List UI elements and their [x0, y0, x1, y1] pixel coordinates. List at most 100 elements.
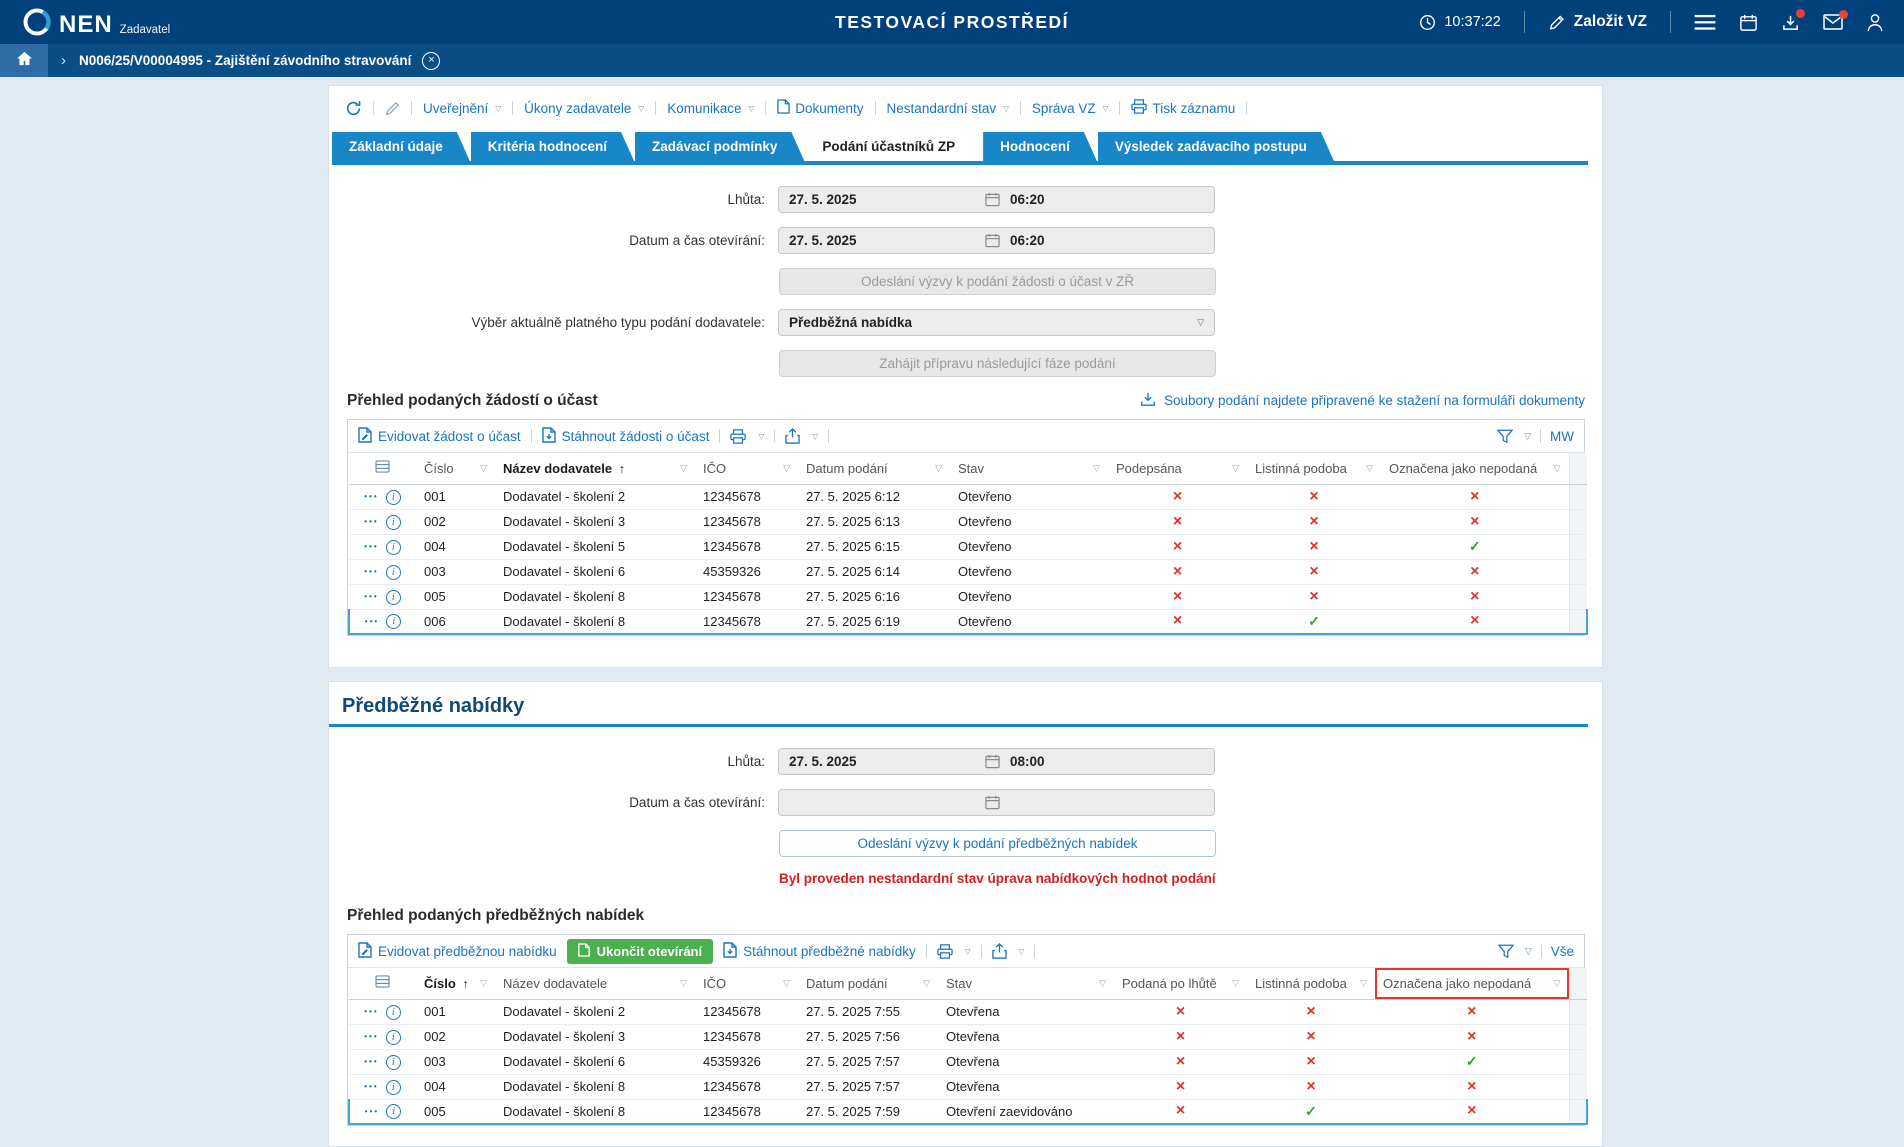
tab-zakladni-udaje[interactable]: Základní údaje — [332, 132, 470, 161]
menu-uverejneni[interactable]: Uveřejnění ▽ — [423, 101, 501, 116]
column-header[interactable]: Označena jako nepodaná ▽ — [1381, 453, 1569, 485]
table-row[interactable]: ••• i 002 Dodavatel - školení 3 12345678 27. … — [349, 509, 1587, 535]
edit-icon[interactable] — [385, 101, 400, 116]
files-download-link[interactable]: Soubory podání najdete připravené ke sta… — [1140, 391, 1585, 410]
table-row[interactable]: ••• i 003 Dodavatel - školení 6 45359326 27. … — [349, 1049, 1587, 1075]
table-row[interactable]: ••• i 005 Dodavatel - školení 8 12345678 27. … — [349, 584, 1587, 610]
tab-zadavaci-podminky[interactable]: Zadávací podmínky — [635, 132, 804, 161]
table-row[interactable]: ••• i 002 Dodavatel - školení 3 12345678 27. … — [349, 1024, 1587, 1050]
calendar-picker-icon[interactable] — [985, 754, 1001, 769]
row-actions-icon[interactable]: ••• — [364, 593, 378, 602]
column-filter-icon[interactable]: ▽ — [680, 978, 687, 989]
column-filter-icon[interactable]: ▽ — [1232, 978, 1239, 989]
scrollbar-track[interactable] — [1568, 968, 1587, 1000]
chevron-down-icon[interactable]: ▽ — [758, 432, 764, 441]
chevron-down-icon[interactable]: ▽ — [965, 947, 971, 956]
chevron-down-icon[interactable]: ▽ — [1525, 946, 1532, 957]
row-info-icon[interactable]: i — [386, 614, 402, 630]
chevron-down-icon[interactable]: ▽ — [1019, 947, 1025, 956]
menu-sprava-vz[interactable]: Správa VZ ▽ — [1032, 101, 1109, 116]
row-info-icon[interactable]: i — [386, 1104, 402, 1120]
menu-tisk-zaznamu[interactable]: Tisk záznamu — [1131, 99, 1235, 117]
chevron-down-icon[interactable]: ▽ — [812, 432, 818, 441]
row-actions-icon[interactable]: ••• — [365, 1107, 379, 1116]
preliminary-opening-field[interactable] — [778, 789, 1215, 816]
view-selector[interactable]: Vše — [1551, 944, 1574, 959]
column-filter-icon[interactable]: ▽ — [1093, 463, 1100, 474]
column-filter-icon[interactable]: ▽ — [480, 978, 487, 989]
row-actions-icon[interactable]: ••• — [364, 1033, 378, 1042]
calendar-picker-icon[interactable] — [985, 795, 1001, 810]
column-filter-icon[interactable]: ▽ — [480, 463, 487, 474]
close-record-icon[interactable]: × — [422, 51, 441, 70]
send-invite-button[interactable]: Odeslání výzvy k podání žádosti o účast … — [779, 268, 1216, 295]
column-filter-icon[interactable]: ▽ — [1360, 978, 1367, 989]
print-icon[interactable] — [730, 428, 747, 444]
start-next-phase-button[interactable]: Zahájit přípravu následující fáze podání — [779, 350, 1216, 377]
table-row[interactable]: ••• i 001 Dodavatel - školení 2 12345678 27. … — [349, 484, 1587, 510]
menu-dokumenty[interactable]: Dokumenty — [777, 99, 864, 117]
calendar-icon[interactable] — [1739, 13, 1758, 32]
tab-kriteria-hodnoceni[interactable]: Kritéria hodnocení — [471, 132, 634, 161]
filter-icon[interactable] — [1497, 944, 1514, 959]
table-row[interactable]: ••• i 006 Dodavatel - školení 8 12345678 27. … — [348, 608, 1588, 635]
table-row[interactable]: ••• i 001 Dodavatel - školení 2 12345678 27. … — [349, 999, 1587, 1025]
column-header[interactable]: Podaná po lhůtě ▽ — [1114, 968, 1247, 1000]
opening-time[interactable]: 06:20 — [1010, 233, 1045, 248]
menu-ukony-zadavatele[interactable]: Úkony zadavatele ▽ — [524, 101, 644, 116]
download-preliminary-button[interactable]: Stáhnout předběžné nabídky — [723, 941, 916, 961]
column-header[interactable]: Stav ▽ — [950, 453, 1108, 485]
main-menu-icon[interactable] — [1694, 14, 1716, 31]
home-button[interactable] — [0, 44, 48, 77]
messages-icon[interactable] — [1823, 10, 1848, 30]
row-info-icon[interactable]: i — [385, 539, 401, 555]
column-header[interactable]: Podepsána ▽ — [1108, 453, 1247, 485]
table-row[interactable]: ••• i 005 Dodavatel - školení 8 12345678 27. … — [348, 1098, 1588, 1125]
deadline-time[interactable]: 08:00 — [1010, 754, 1045, 769]
refresh-icon[interactable] — [345, 100, 362, 117]
column-header[interactable]: IČO ▽ — [695, 453, 798, 485]
column-header[interactable]: Stav ▽ — [938, 968, 1114, 1000]
downloads-icon[interactable] — [1781, 8, 1805, 32]
row-info-icon[interactable]: i — [385, 489, 401, 505]
column-header[interactable]: Číslo ↑ ▽ — [416, 968, 495, 1000]
column-filter-icon[interactable]: ▽ — [1099, 978, 1106, 989]
row-info-icon[interactable]: i — [385, 589, 401, 605]
register-request-button[interactable]: Evidovat žádost o účast — [358, 426, 521, 446]
column-filter-icon[interactable]: ▽ — [935, 463, 942, 474]
column-filter-icon[interactable]: ▽ — [1554, 463, 1561, 474]
scrollbar-track[interactable] — [1568, 453, 1587, 485]
table-row[interactable]: ••• i 003 Dodavatel - školení 6 45359326 27. … — [349, 559, 1587, 585]
row-info-icon[interactable]: i — [385, 1054, 401, 1070]
create-vz-button[interactable]: Založit VZ — [1548, 13, 1647, 31]
row-actions-icon[interactable]: ••• — [364, 543, 378, 552]
row-actions-icon[interactable]: ••• — [364, 493, 378, 502]
row-actions-icon[interactable]: ••• — [364, 1083, 378, 1092]
table-row[interactable]: ••• i 004 Dodavatel - školení 8 12345678 27. … — [349, 1074, 1587, 1100]
tab-vysledek-zadavaciho-postupu[interactable]: Výsledek zadávacího postupu — [1098, 132, 1334, 161]
opening-field[interactable]: 27. 5. 2025 06:20 — [778, 227, 1215, 254]
export-icon[interactable] — [785, 428, 800, 444]
column-filter-icon[interactable]: ▽ — [1232, 463, 1239, 474]
column-chooser-icon[interactable] — [349, 968, 416, 1000]
column-filter-icon[interactable]: ▽ — [783, 463, 790, 474]
row-actions-icon[interactable]: ••• — [364, 518, 378, 527]
column-header[interactable]: Datum podání ▽ — [798, 453, 950, 485]
view-selector[interactable]: MW — [1550, 429, 1574, 444]
submission-type-select[interactable]: Předběžná nabídka ▽ — [778, 309, 1215, 336]
row-actions-icon[interactable]: ••• — [364, 1008, 378, 1017]
column-header[interactable]: Datum podání ▽ — [798, 968, 938, 1000]
export-icon[interactable] — [991, 943, 1007, 959]
row-info-icon[interactable]: i — [385, 1029, 401, 1045]
calendar-picker-icon[interactable] — [985, 192, 1001, 207]
row-actions-icon[interactable]: ••• — [364, 568, 378, 577]
column-header[interactable]: Název dodavatele ↑ ▽ — [495, 453, 695, 485]
column-header[interactable]: Název dodavatele ▽ — [495, 968, 695, 1000]
row-info-icon[interactable]: i — [385, 564, 401, 580]
column-header[interactable]: IČO ▽ — [695, 968, 798, 1000]
column-header[interactable]: Listinná podoba ▽ — [1247, 453, 1381, 485]
column-header[interactable]: Listinná podoba ▽ — [1247, 968, 1375, 1000]
tab-podani-ucastniku-zp[interactable]: Podání účastníků ZP — [805, 132, 982, 161]
row-actions-icon[interactable]: ••• — [364, 1058, 378, 1067]
row-info-icon[interactable]: i — [385, 1004, 401, 1020]
